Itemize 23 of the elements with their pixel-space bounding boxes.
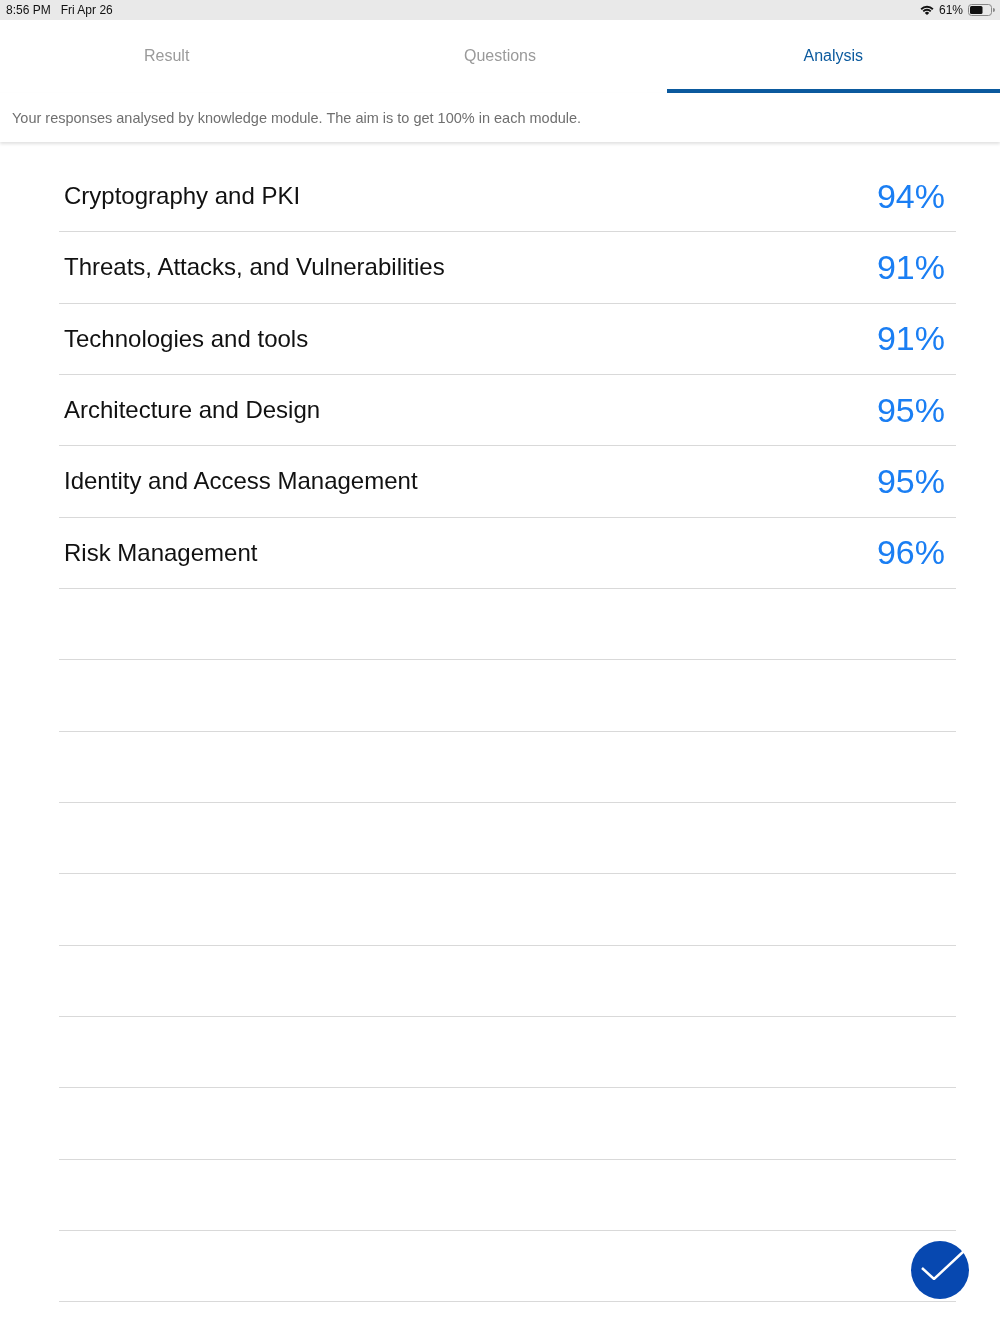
module-score: 94% <box>876 176 945 216</box>
module-name: Identity and Access Management <box>64 467 418 496</box>
module-score: 91% <box>876 248 945 287</box>
module-score: 96% <box>876 533 945 573</box>
tab[interactable]: Result <box>0 20 334 93</box>
module-name: Cryptography and PKI <box>64 182 301 211</box>
tab[interactable]: Questions <box>333 20 667 93</box>
info-text: Your responses analysed by knowledge module. The aim is to get 100% in each module. <box>12 109 582 126</box>
status-time: 8:56 PM <box>6 3 51 17</box>
wifi-icon <box>919 5 934 15</box>
checkmark-icon <box>921 1250 965 1280</box>
module-score: 95% <box>876 461 945 501</box>
module-name: Technologies and tools <box>64 324 309 353</box>
tab[interactable]: Analysis <box>666 20 1000 93</box>
module-score: 95% <box>876 390 945 430</box>
module-name: Threats, Attacks, and Vulnerabilities <box>64 253 445 282</box>
module-score: 91% <box>876 319 945 359</box>
confirm-button[interactable] <box>911 1241 969 1299</box>
status-date: Fri Apr 26 <box>60 3 113 17</box>
module-name: Architecture and Design <box>64 396 321 425</box>
battery-percent: 61% <box>938 3 963 17</box>
module-name: Risk Management <box>64 538 258 567</box>
battery-icon <box>968 4 995 16</box>
